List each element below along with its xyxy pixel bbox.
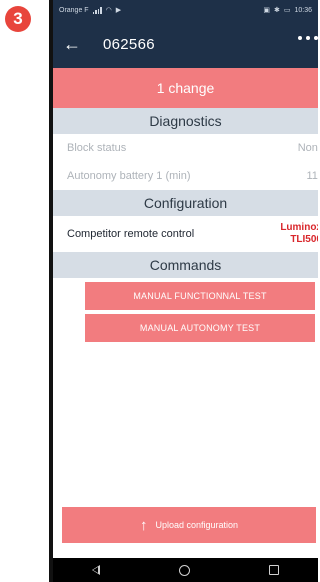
configuration-header: Configuration (53, 190, 318, 216)
commands-list: MANUAL FUNCTIONNAL TEST MANUAL AUTONOMY … (53, 278, 318, 342)
diagnostics-header: Diagnostics (53, 108, 318, 134)
wifi-icon: ◠ (105, 7, 112, 14)
upload-label: Upload configuration (155, 520, 239, 530)
carrier-label: Orange F (59, 6, 89, 14)
nav-home-icon[interactable] (178, 564, 190, 576)
notification-icon: ▶ (115, 7, 122, 14)
step-badge: 3 (5, 6, 31, 32)
status-bar: Orange F ◠ ▶ ▣ ✱ ▭ 10:36 (53, 0, 318, 20)
row-value: 117 (306, 170, 318, 182)
row-label: Competitor remote control (67, 228, 195, 240)
row-label: Block status (67, 142, 127, 154)
system-nav-bar (53, 558, 318, 582)
nav-back-icon[interactable] (92, 565, 101, 575)
autonomy-battery-row: Autonomy battery 1 (min) 117 (53, 162, 318, 190)
back-arrow-icon[interactable]: ← (63, 34, 83, 55)
nav-recent-apps-icon[interactable] (268, 565, 279, 575)
row-value: None (297, 142, 318, 154)
signal-icon (92, 6, 102, 14)
page: 3 Orange F ◠ ▶ ▣ ✱ ▭ 10:36 ← 062566 1 ch… (0, 0, 318, 582)
more-options-icon[interactable] (298, 36, 318, 40)
row-label: Autonomy battery 1 (min) (67, 170, 191, 182)
row-value[interactable]: Luminox TLI500 (280, 222, 318, 246)
page-title: 062566 (103, 35, 155, 53)
upload-arrow-icon: ↑ (139, 516, 148, 534)
commands-header: Commands (53, 252, 318, 278)
value-line-2: TLI500 (290, 234, 318, 245)
manual-autonomy-test-button[interactable]: MANUAL AUTONOMY TEST (85, 314, 315, 342)
bluetooth-icon: ✱ (273, 7, 280, 14)
change-banner: 1 change (53, 68, 318, 108)
upload-configuration-button[interactable]: ↑ Upload configuration (62, 507, 316, 543)
app-bar: ← 062566 (53, 20, 318, 68)
nfc-icon: ▣ (263, 7, 270, 14)
manual-functional-test-button[interactable]: MANUAL FUNCTIONNAL TEST (85, 282, 315, 310)
status-time: 10:36 (294, 6, 312, 14)
phone-frame: Orange F ◠ ▶ ▣ ✱ ▭ 10:36 ← 062566 1 chan… (49, 0, 318, 582)
app-screen: Orange F ◠ ▶ ▣ ✱ ▭ 10:36 ← 062566 1 chan… (53, 0, 318, 582)
block-status-row: Block status None (53, 134, 318, 162)
battery-icon: ▭ (283, 7, 291, 14)
competitor-remote-row[interactable]: Competitor remote control Luminox TLI500 (53, 216, 318, 252)
value-line-1: Luminox (280, 222, 318, 233)
